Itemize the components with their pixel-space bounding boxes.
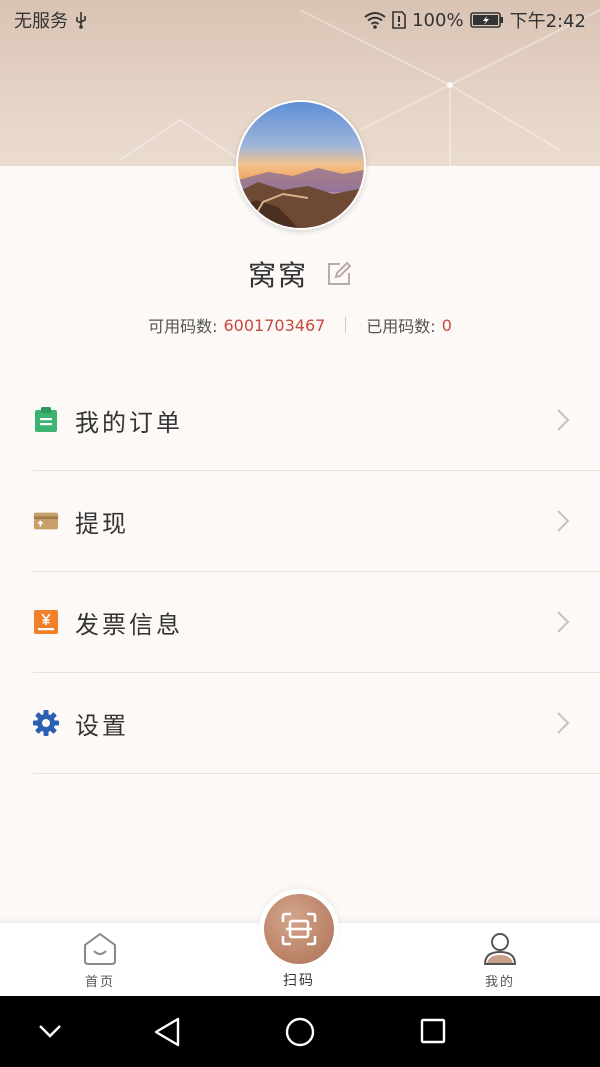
scan-button-circle (264, 894, 334, 964)
user-icon (483, 933, 517, 965)
chevron-right-icon (557, 611, 570, 633)
home-icon (84, 933, 116, 965)
scan-label: 扫码 (283, 973, 315, 989)
card-icon (33, 508, 59, 534)
code-stats: 可用码数: 6001703467 已用码数: 0 (0, 312, 600, 338)
menu-label-invoice: 发票信息 (75, 610, 183, 639)
wifi-icon (364, 12, 386, 29)
nav-mine[interactable]: 我的 (460, 931, 540, 990)
invoice-icon (33, 609, 59, 635)
menu-item-orders[interactable]: 我的订单 (33, 370, 600, 471)
carrier-text: 无服务 (14, 11, 68, 32)
divider (345, 317, 347, 333)
scan-icon (281, 912, 317, 946)
used-label: 已用码数: (366, 317, 436, 336)
usb-icon (76, 12, 86, 29)
used-value: 0 (441, 315, 452, 335)
back-icon[interactable] (152, 1016, 182, 1048)
status-bar: 无服务 100% 下午2:42 (0, 0, 600, 40)
battery-percent: 100% (412, 9, 464, 31)
chevron-right-icon (557, 712, 570, 734)
available-label: 可用码数: (148, 317, 218, 336)
home-circle-icon[interactable] (284, 1016, 316, 1048)
username: 窝窝 (247, 259, 308, 292)
menu-label-withdraw: 提现 (75, 509, 129, 538)
clipboard-icon (33, 407, 59, 433)
chevron-right-icon (557, 510, 570, 532)
scan-button[interactable] (259, 889, 339, 969)
chevron-right-icon (557, 409, 570, 431)
menu-item-settings[interactable]: 设置 (33, 673, 600, 774)
edit-icon[interactable] (326, 261, 352, 287)
avatar[interactable] (236, 100, 366, 230)
system-nav-bar (0, 996, 600, 1067)
sim-alert-icon (392, 11, 406, 29)
username-row: 窝窝 (0, 252, 600, 296)
menu-label-orders: 我的订单 (75, 408, 183, 437)
menu-item-invoice[interactable]: 发票信息 (33, 572, 600, 673)
nav-home[interactable]: 首页 (60, 931, 140, 990)
gear-icon (33, 710, 59, 736)
clock: 下午2:42 (509, 11, 586, 32)
battery-charging-icon (469, 12, 503, 28)
menu-label-settings: 设置 (75, 711, 129, 740)
chevron-down-icon[interactable] (36, 1022, 64, 1040)
recents-icon[interactable] (420, 1018, 446, 1044)
nav-home-label: 首页 (84, 975, 115, 990)
available-value: 6001703467 (223, 315, 326, 335)
menu-item-withdraw[interactable]: 提现 (33, 471, 600, 572)
menu-list: 我的订单 提现 发票信息 设置 (0, 370, 600, 774)
nav-mine-label: 我的 (484, 975, 515, 990)
